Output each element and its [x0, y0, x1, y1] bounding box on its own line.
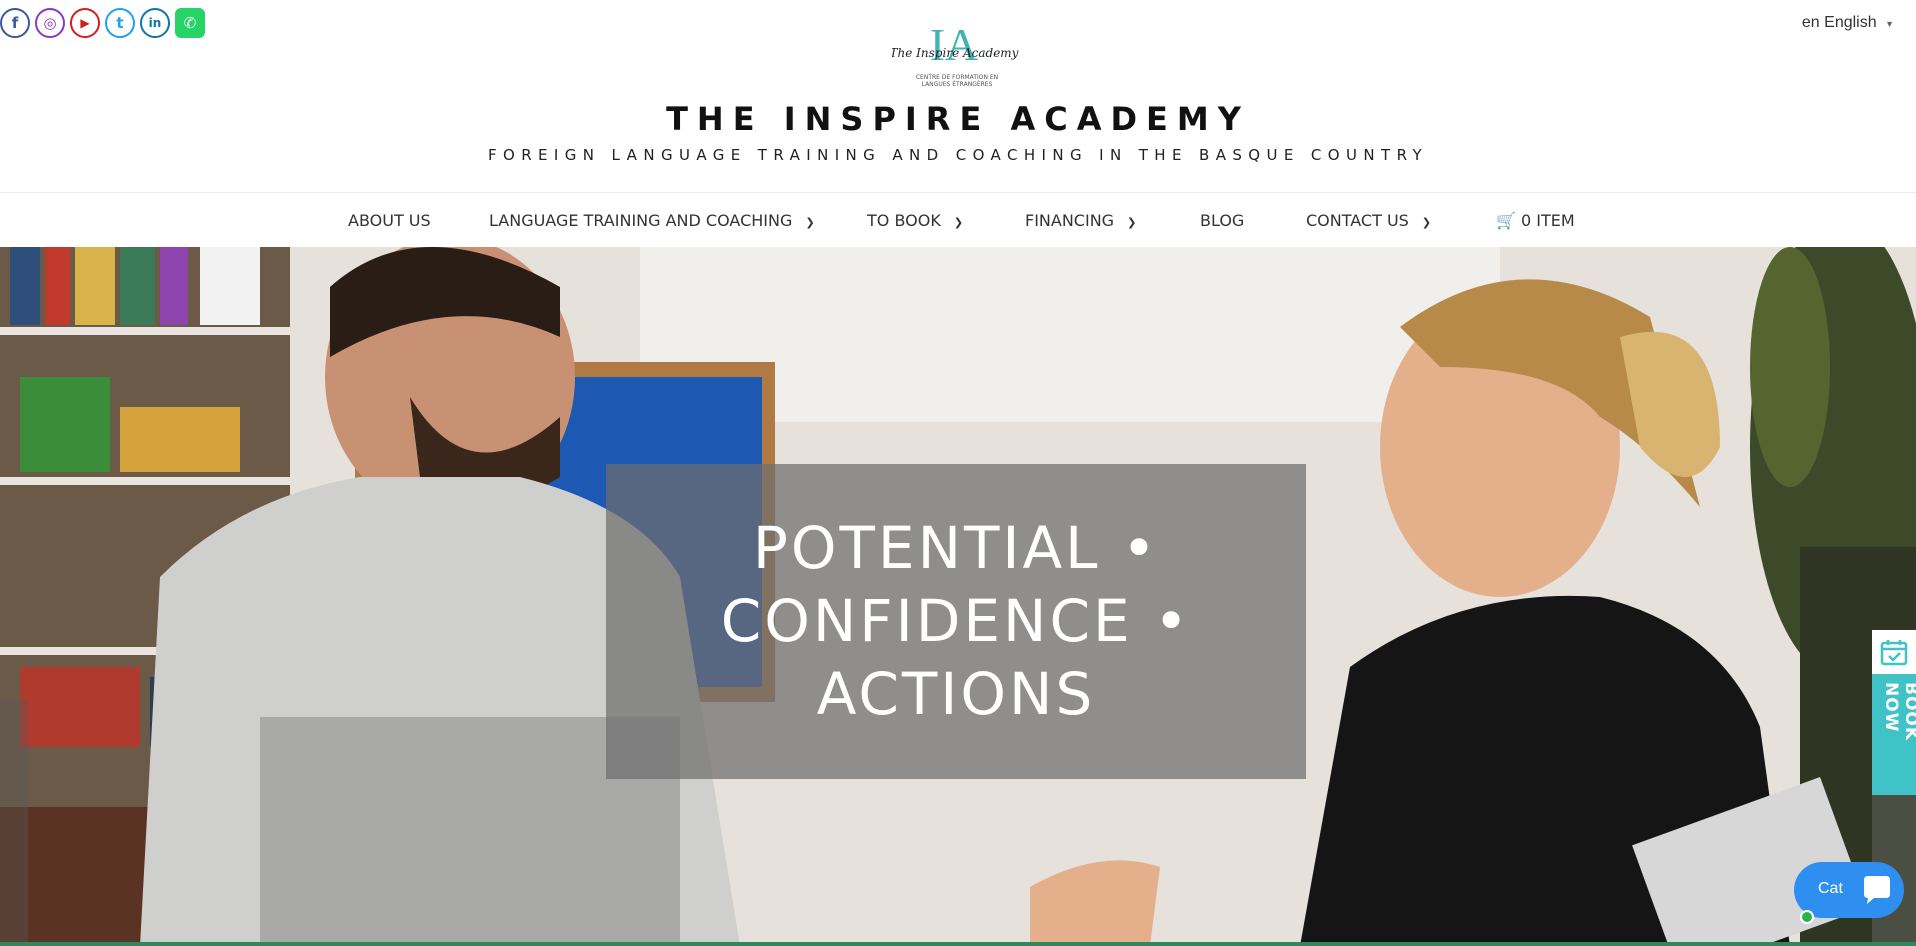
hero-line-2: CONFIDENCE • — [720, 587, 1192, 655]
caret-down-icon: ▼ — [1885, 19, 1894, 29]
nav-language-training-label: LANGUAGE TRAINING AND COACHING — [489, 211, 793, 230]
nav-cart[interactable]: 🛒 0 ITEM — [1496, 211, 1575, 230]
chat-label: Cat — [1818, 880, 1843, 897]
linkedin-icon[interactable]: in — [140, 8, 170, 38]
logo-sub-line2: LANGUES ÉTRANGÈRES — [922, 80, 993, 88]
language-label: English — [1824, 14, 1877, 31]
book-now-label: BOOK NOW — [1881, 682, 1916, 742]
logo-monogram: IA — [930, 20, 979, 70]
social-links: f ◎ ▶ t in ✆ — [0, 8, 205, 38]
nav-blog[interactable]: BLOG — [1200, 211, 1244, 230]
bottom-accent-bar — [0, 942, 1916, 946]
chevron-down-icon: ❯ — [1127, 216, 1137, 229]
logo-sub-line1: CENTRE DE FORMATION EN — [916, 74, 998, 81]
nav-blog-label: BLOG — [1200, 211, 1245, 230]
nav-to-book[interactable]: TO BOOK ❯ — [867, 211, 963, 230]
nav-language-training[interactable]: LANGUAGE TRAINING AND COACHING ❯ — [489, 211, 815, 230]
nav-contact-us[interactable]: CONTACT US ❯ — [1306, 211, 1431, 230]
twitter-icon[interactable]: t — [105, 8, 135, 38]
calendar-icon — [1872, 630, 1916, 674]
chat-widget-button[interactable]: Cat — [1794, 862, 1904, 924]
site-header: f ◎ ▶ t in ✆ en English ▼ IA The Inspire… — [0, 0, 1916, 192]
hero-line-3: ACTIONS — [816, 660, 1096, 728]
nav-about-us-label: ABOUT US — [348, 211, 431, 230]
youtube-icon[interactable]: ▶ — [70, 8, 100, 38]
hero-banner: POTENTIAL • CONFIDENCE • ACTIONS BOOK NO… — [0, 247, 1916, 946]
chevron-down-icon: ❯ — [805, 216, 815, 229]
hero-line-1: POTENTIAL • — [752, 514, 1160, 582]
book-now-button[interactable]: BOOK NOW — [1872, 630, 1916, 795]
instagram-icon[interactable]: ◎ — [35, 8, 65, 38]
chat-bubble-icon — [1864, 876, 1890, 904]
nav-to-book-label: TO BOOK — [867, 211, 941, 230]
slider-prev-tab[interactable] — [0, 699, 28, 944]
chevron-down-icon: ❯ — [1421, 216, 1432, 229]
site-logo[interactable]: IA The Inspire Academy CENTRE DE FORMATI… — [892, 20, 1022, 88]
nav-financing[interactable]: FINANCING ❯ — [1025, 211, 1136, 230]
site-tagline: FOREIGN LANGUAGE TRAINING AND COACHING I… — [487, 146, 1429, 164]
nav-financing-label: FINANCING — [1025, 211, 1115, 230]
language-selector[interactable]: en English ▼ — [1802, 14, 1894, 32]
facebook-icon[interactable]: f — [0, 8, 30, 38]
hero-overlay: POTENTIAL • CONFIDENCE • ACTIONS — [606, 464, 1306, 779]
cart-icon: 🛒 — [1496, 211, 1516, 230]
whatsapp-icon[interactable]: ✆ — [175, 8, 205, 38]
chevron-down-icon: ❯ — [953, 216, 964, 229]
nav-contact-us-label: CONTACT US — [1306, 211, 1409, 230]
language-code: en — [1801, 14, 1820, 31]
logo-script: The Inspire Academy — [892, 46, 1019, 60]
nav-about-us[interactable]: ABOUT US — [348, 211, 431, 230]
online-status-dot — [1800, 910, 1814, 924]
nav-cart-label: 0 ITEM — [1521, 211, 1575, 230]
site-title[interactable]: THE INSPIRE ACADEMY — [0, 100, 1916, 138]
main-nav: ABOUT US LANGUAGE TRAINING AND COACHING … — [0, 192, 1916, 247]
